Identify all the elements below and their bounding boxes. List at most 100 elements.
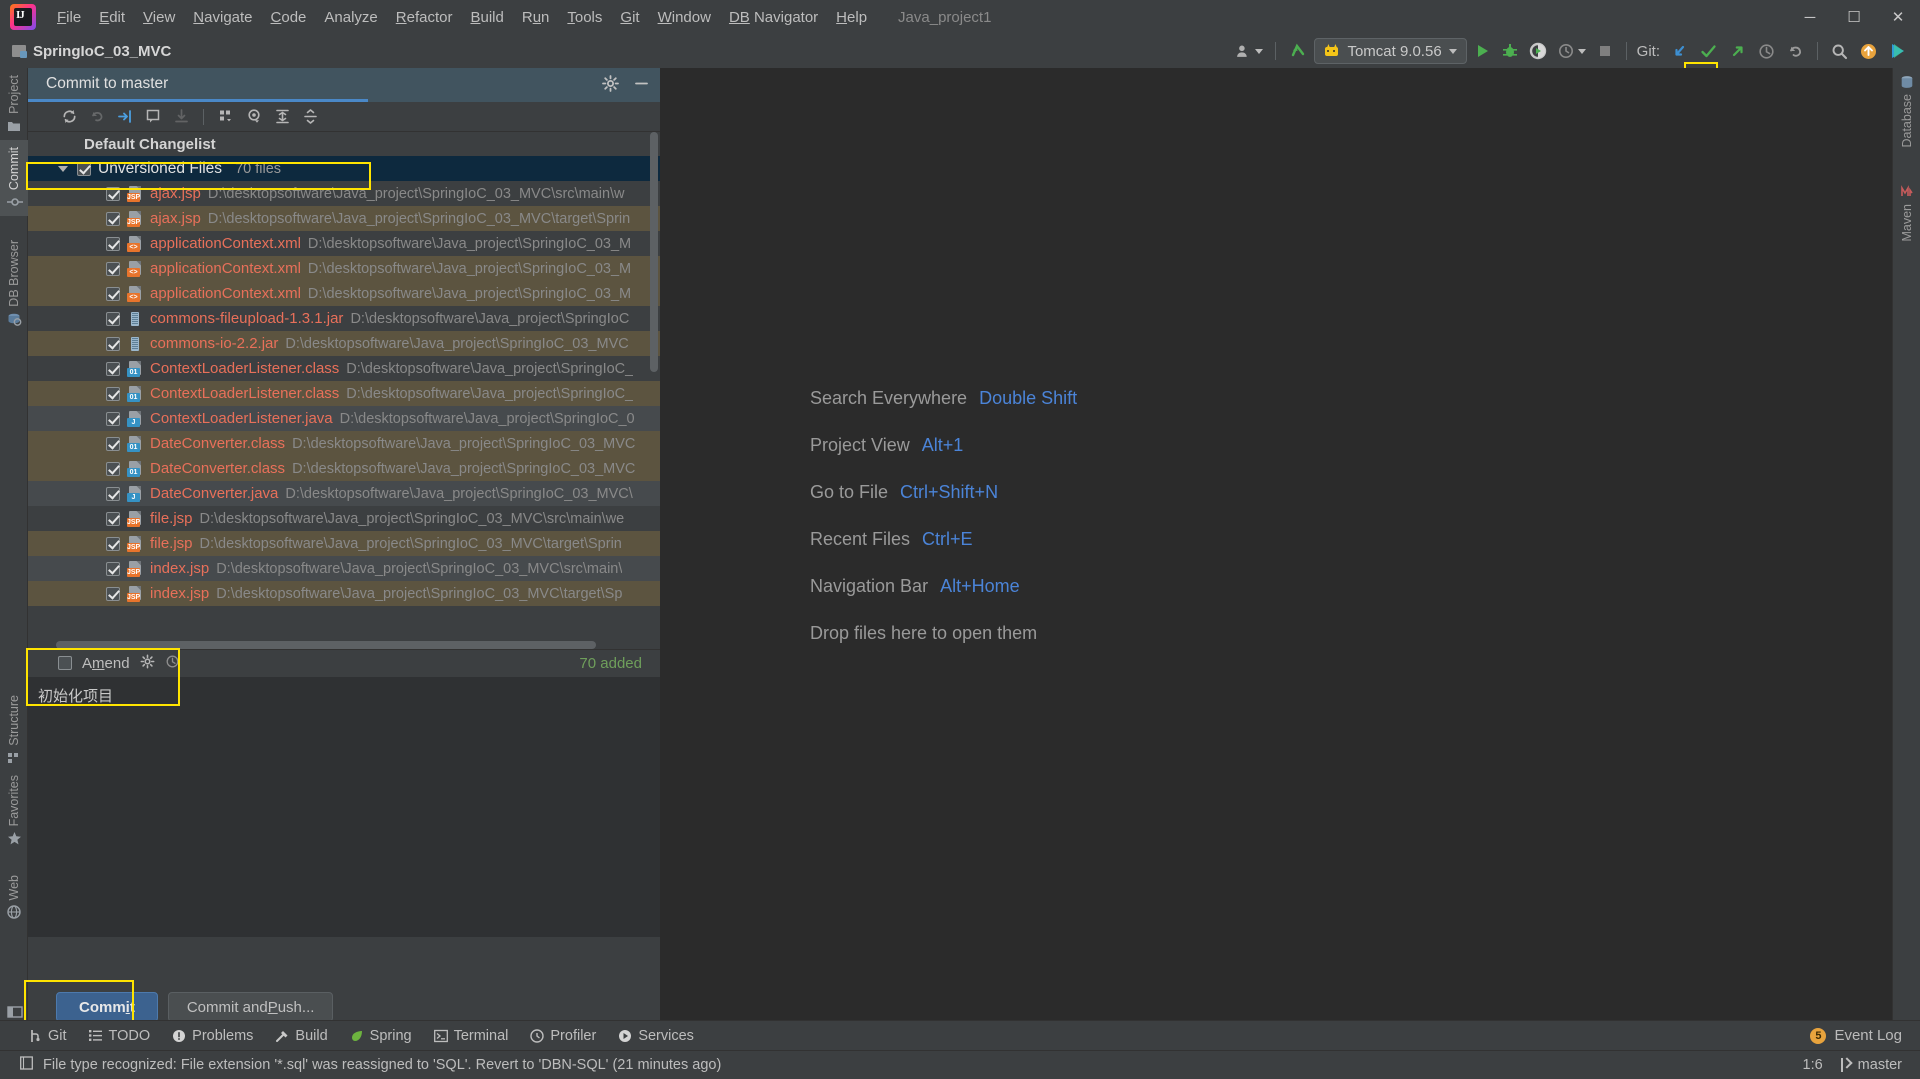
file-checkbox[interactable]: [106, 236, 120, 251]
group-by-icon[interactable]: [213, 105, 239, 129]
bottom-tab-terminal[interactable]: Terminal: [433, 1028, 508, 1044]
user-icon[interactable]: [1231, 38, 1267, 64]
table-row[interactable]: JSP file.jsp D:\desktopsoftware\Java_proje…: [28, 531, 660, 556]
git-update-icon[interactable]: [1666, 38, 1693, 64]
table-row[interactable]: 01 ContextLoaderListener.class D:\desktops…: [28, 381, 660, 406]
profile-icon[interactable]: [1553, 38, 1590, 64]
commit-button[interactable]: Comm i t: [56, 992, 158, 1022]
table-row[interactable]: JSP file.jsp D:\desktopsoftware\Java_proje…: [28, 506, 660, 531]
sidebar-item-database[interactable]: Database: [1893, 68, 1920, 155]
search-icon[interactable]: [1826, 38, 1853, 64]
close-button[interactable]: ✕: [1876, 0, 1920, 34]
group-checkbox[interactable]: [77, 161, 91, 176]
show-diff-icon[interactable]: [112, 105, 138, 129]
update-project-icon[interactable]: [1284, 38, 1312, 64]
commit-message-history-icon[interactable]: [140, 105, 166, 129]
collapse-all-icon[interactable]: [297, 105, 323, 129]
file-checkbox[interactable]: [106, 286, 120, 301]
expand-all-icon[interactable]: [269, 105, 295, 129]
bottom-tab-build[interactable]: Build: [275, 1028, 328, 1044]
chevron-down-icon[interactable]: [58, 165, 68, 172]
menu-git[interactable]: Git: [611, 5, 648, 30]
menu-view[interactable]: View: [134, 5, 184, 30]
horizontal-scrollbar[interactable]: [56, 640, 596, 649]
preview-eye-icon[interactable]: [241, 105, 267, 129]
menu-edit[interactable]: Edit: [90, 5, 134, 30]
minimize-icon[interactable]: [633, 75, 650, 96]
file-checkbox[interactable]: [106, 336, 120, 351]
bottom-tab-services[interactable]: Services: [618, 1028, 694, 1044]
menu-run[interactable]: Run: [513, 5, 559, 30]
breadcrumb[interactable]: SpringIoC_03_MVC: [12, 43, 171, 60]
debug-icon[interactable]: [1497, 38, 1523, 64]
bottom-tab-todo[interactable]: TODO: [89, 1028, 150, 1044]
table-row[interactable]: JSP index.jsp D:\desktopsoftware\Java_proj…: [28, 581, 660, 606]
menu-build[interactable]: Build: [461, 5, 512, 30]
changelist-group-unversioned[interactable]: Unversioned Files 70 files: [28, 156, 660, 181]
file-checkbox[interactable]: [106, 261, 120, 276]
table-row[interactable]: commons-io-2.2.jar D:\desktopsoftware\Jav…: [28, 331, 660, 356]
table-row[interactable]: JSP index.jsp D:\desktopsoftware\Java_proj…: [28, 556, 660, 581]
git-rollback-icon[interactable]: [1782, 38, 1809, 64]
download-icon[interactable]: [168, 105, 194, 129]
sidebar-item-favorites[interactable]: Favorites: [0, 768, 28, 852]
file-checkbox[interactable]: [106, 186, 120, 201]
file-checkbox[interactable]: [106, 536, 120, 551]
run-configuration-selector[interactable]: Tomcat 9.0.56: [1314, 38, 1467, 64]
table-row[interactable]: 01 ContextLoaderListener.class D:\desktops…: [28, 356, 660, 381]
minimize-button[interactable]: ─: [1788, 0, 1832, 34]
sidebar-item-maven[interactable]: Maven: [1893, 178, 1920, 249]
file-checkbox[interactable]: [106, 211, 120, 226]
file-checkbox[interactable]: [106, 561, 120, 576]
menu-analyze[interactable]: Analyze: [315, 5, 386, 30]
ide-update-icon[interactable]: [1855, 38, 1882, 64]
rollback-icon[interactable]: [84, 105, 110, 129]
bottom-tab-problems[interactable]: Problems: [172, 1028, 253, 1044]
sidebar-item-project[interactable]: Project: [0, 68, 28, 140]
commit-message-input[interactable]: 初始化项目: [28, 676, 660, 937]
menu-file[interactable]: File: [48, 5, 90, 30]
table-row[interactable]: JSP ajax.jsp D:\desktopsoftware\Java_proje…: [28, 206, 660, 231]
bottom-tab-profiler[interactable]: Profiler: [530, 1028, 596, 1044]
table-row[interactable]: J DateConverter.java D:\desktopsoftware\Ja…: [28, 481, 660, 506]
run-icon[interactable]: [1469, 38, 1495, 64]
bottom-tab-git[interactable]: Git: [28, 1028, 67, 1044]
stop-icon[interactable]: [1592, 38, 1618, 64]
commit-and-push-button[interactable]: Commit and Push...: [167, 992, 334, 1022]
caret-position[interactable]: 1:6: [1803, 1057, 1823, 1073]
file-checkbox[interactable]: [106, 361, 120, 376]
menu-tools[interactable]: Tools: [558, 5, 611, 30]
commit-message-history-clock-icon[interactable]: [165, 654, 180, 673]
git-history-icon[interactable]: [1753, 38, 1780, 64]
menu-window[interactable]: Window: [649, 5, 720, 30]
run-with-coverage-icon[interactable]: [1525, 38, 1551, 64]
sidebar-item-structure[interactable]: Structure: [0, 688, 28, 772]
file-checkbox[interactable]: [106, 386, 120, 401]
gear-icon[interactable]: [602, 74, 619, 96]
menu-navigate[interactable]: Navigate: [184, 5, 261, 30]
run-dashboard-icon[interactable]: [1884, 38, 1912, 64]
file-checkbox[interactable]: [106, 411, 120, 426]
menu-help[interactable]: Help: [827, 5, 876, 30]
bottom-tab-spring[interactable]: Spring: [350, 1028, 412, 1044]
file-checkbox[interactable]: [106, 511, 120, 526]
menu-code[interactable]: Code: [262, 5, 316, 30]
git-branch-widget[interactable]: master: [1839, 1057, 1902, 1073]
sidebar-item-commit[interactable]: Commit: [0, 140, 28, 217]
file-checkbox[interactable]: [106, 436, 120, 451]
tab-commit-to-master[interactable]: Commit to master: [28, 68, 368, 102]
file-checkbox[interactable]: [106, 311, 120, 326]
table-row[interactable]: commons-fileupload-1.3.1.jar D:\desktopso…: [28, 306, 660, 331]
git-push-icon[interactable]: [1724, 38, 1751, 64]
git-commit-checkmark-icon[interactable]: [1695, 38, 1722, 64]
file-checkbox[interactable]: [106, 461, 120, 476]
refresh-icon[interactable]: [56, 105, 82, 129]
table-row[interactable]: 01 DateConverter.class D:\desktopsoftware\…: [28, 456, 660, 481]
editor-empty-area[interactable]: Search Everywhere Double Shift Project Vie…: [660, 68, 1892, 1035]
table-row[interactable]: JSP ajax.jsp D:\desktopsoftware\Java_proje…: [28, 181, 660, 206]
maximize-button[interactable]: ☐: [1832, 0, 1876, 34]
table-row[interactable]: <> applicationContext.xml D:\desktopsoftwa…: [28, 256, 660, 281]
menu-db-navigator[interactable]: DB Navigator: [720, 5, 827, 30]
vertical-scrollbar[interactable]: [650, 132, 658, 372]
sidebar-item-db-browser[interactable]: DB Browser: [0, 233, 28, 333]
